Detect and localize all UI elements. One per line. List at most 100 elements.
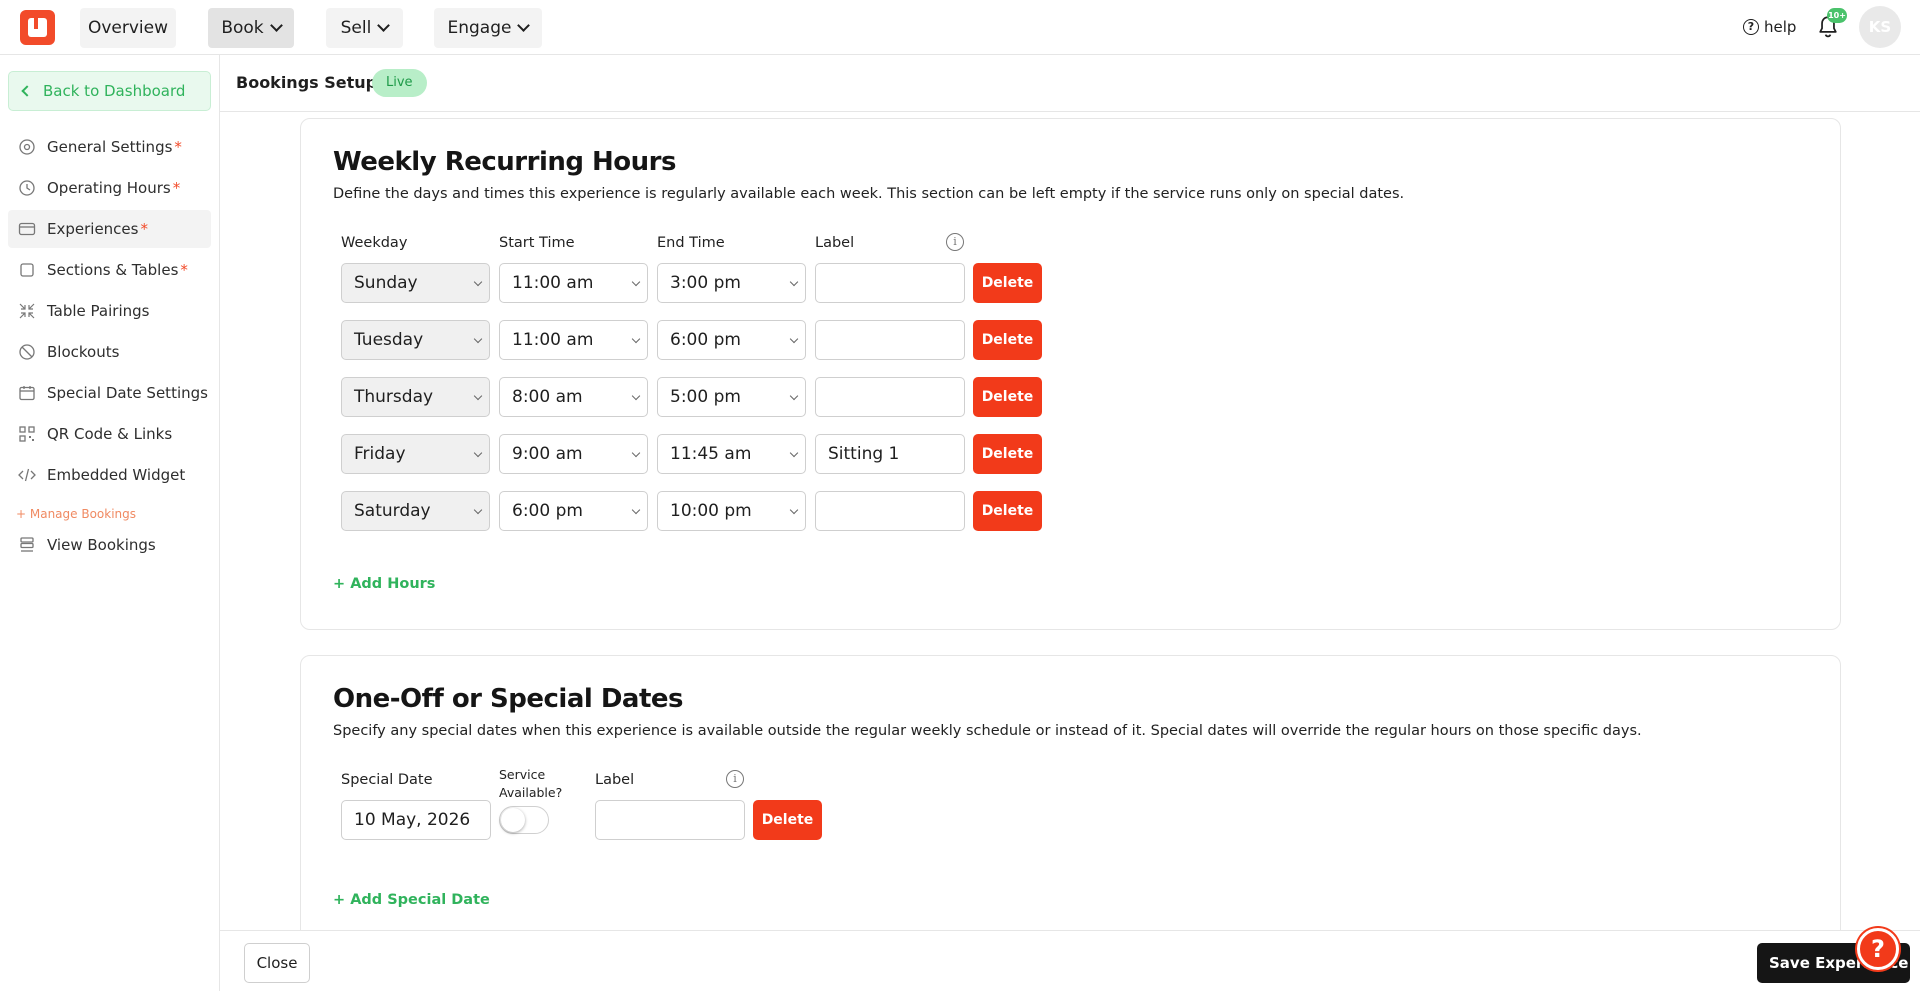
delete-button[interactable]: Delete [973, 320, 1042, 360]
sidebar-item-label: Blockouts [47, 343, 120, 361]
toggle-knob [501, 808, 525, 832]
delete-button[interactable]: Delete [973, 377, 1042, 417]
info-icon[interactable]: i [946, 233, 964, 251]
weekday-select[interactable]: Saturday [341, 491, 490, 531]
end-time-value: 10:00 pm [670, 501, 752, 521]
end-time-select[interactable]: 11:45 am [657, 434, 806, 474]
start-time-value: 6:00 pm [512, 501, 583, 521]
end-time-value: 6:00 pm [670, 330, 741, 350]
chevron-down-icon [377, 19, 391, 32]
weekly-description: Define the days and times this experienc… [333, 186, 1405, 202]
label-input[interactable] [815, 320, 965, 360]
main-content: Weekly Recurring Hours Define the days a… [220, 112, 1920, 930]
end-time-value: 3:00 pm [670, 273, 741, 293]
clock-icon [18, 179, 36, 197]
help-label: help [1764, 18, 1797, 36]
sidebar-item-blockouts[interactable]: Blockouts [8, 333, 211, 371]
start-time-select[interactable]: 11:00 am [499, 263, 648, 303]
weekday-select[interactable]: Thursday [341, 377, 490, 417]
label-input[interactable] [815, 377, 965, 417]
special-dates-card: One-Off or Special Dates Specify any spe… [300, 655, 1841, 930]
chevron-down-icon [473, 505, 483, 515]
gear-icon [18, 138, 36, 156]
sidebar-item-label: Experiences * [47, 220, 148, 238]
delete-button[interactable]: Delete [753, 800, 822, 840]
back-to-dashboard-button[interactable]: Back to Dashboard [8, 71, 211, 111]
start-time-select[interactable]: 8:00 am [499, 377, 648, 417]
column-label: Label [815, 235, 855, 251]
weekday-value: Thursday [354, 387, 434, 407]
add-special-date-button[interactable]: + Add Special Date [333, 892, 490, 908]
help-question-icon[interactable]: ? [1857, 928, 1899, 970]
start-time-value: 11:00 am [512, 273, 594, 293]
add-hours-button[interactable]: + Add Hours [333, 576, 435, 592]
sidebar-item-label: General Settings * [47, 138, 182, 156]
special-date-input[interactable]: 10 May, 2026 [341, 800, 491, 840]
sidebar-item-operating-hours[interactable]: Operating Hours * [8, 169, 211, 207]
nav-overview[interactable]: Overview [80, 8, 176, 48]
label-input[interactable] [815, 491, 965, 531]
weekday-value: Friday [354, 444, 406, 464]
end-time-select[interactable]: 3:00 pm [657, 263, 806, 303]
chevron-down-icon [631, 505, 641, 515]
sidebar-item-label: QR Code & Links [47, 425, 173, 443]
back-label: Back to Dashboard [43, 82, 186, 100]
special-title: One-Off or Special Dates [333, 684, 684, 714]
help-link[interactable]: ? help [1743, 16, 1796, 38]
service-available-toggle[interactable] [499, 806, 549, 834]
nav-book[interactable]: Book [208, 8, 294, 48]
delete-button[interactable]: Delete [973, 491, 1042, 531]
column-special-date: Special Date [341, 772, 433, 788]
label-input[interactable]: Sitting 1 [815, 434, 965, 474]
nav-sell[interactable]: Sell [326, 8, 403, 48]
delete-button[interactable]: Delete [973, 434, 1042, 474]
sidebar-item-label: Operating Hours * [47, 179, 181, 197]
sidebar-item-embedded-widget[interactable]: Embedded Widget [8, 456, 211, 494]
sidebar-item-label: View Bookings [47, 536, 156, 554]
code-icon [18, 466, 36, 484]
manage-bookings-heading: + Manage Bookings [16, 507, 137, 521]
question-circle-icon: ? [1743, 19, 1759, 35]
end-time-select[interactable]: 6:00 pm [657, 320, 806, 360]
start-time-select[interactable]: 9:00 am [499, 434, 648, 474]
end-time-select[interactable]: 10:00 pm [657, 491, 806, 531]
logo-mark-icon [28, 18, 47, 37]
column-service-available-line1: Service [499, 767, 546, 782]
weekly-title: Weekly Recurring Hours [333, 147, 676, 177]
sidebar-item-special-date-settings[interactable]: Special Date Settings [8, 374, 211, 412]
chevron-down-icon [789, 277, 799, 287]
weekday-select[interactable]: Friday [341, 434, 490, 474]
weekday-select[interactable]: Sunday [341, 263, 490, 303]
end-time-select[interactable]: 5:00 pm [657, 377, 806, 417]
chevron-down-icon [473, 448, 483, 458]
avatar[interactable]: KS [1859, 6, 1901, 48]
sidebar-item-sections-tables[interactable]: Sections & Tables * [8, 251, 211, 289]
chevron-down-icon [473, 391, 483, 401]
nav-engage[interactable]: Engage [434, 8, 542, 48]
weekday-select[interactable]: Tuesday [341, 320, 490, 360]
start-time-select[interactable]: 6:00 pm [499, 491, 648, 531]
chevron-down-icon [517, 19, 531, 32]
chevron-down-icon [631, 334, 641, 344]
app-logo[interactable] [20, 10, 55, 45]
ban-icon [18, 343, 36, 361]
chevron-down-icon [269, 19, 283, 32]
sidebar-item-experiences[interactable]: Experiences * [8, 210, 211, 248]
sidebar-item-view-bookings[interactable]: View Bookings [8, 526, 211, 564]
page-title: Bookings Setup [236, 73, 378, 92]
sidebar-item-label: Embedded Widget [47, 466, 186, 484]
info-icon[interactable]: i [726, 770, 744, 788]
close-button[interactable]: Close [244, 943, 310, 983]
sidebar-item-qr-code-links[interactable]: QR Code & Links [8, 415, 211, 453]
sidebar: Back to Dashboard General Settings * Oper… [0, 55, 220, 991]
sidebar-item-general-settings[interactable]: General Settings * [8, 128, 211, 166]
chevron-down-icon [631, 448, 641, 458]
label-input[interactable] [595, 800, 745, 840]
label-input[interactable] [815, 263, 965, 303]
start-time-select[interactable]: 11:00 am [499, 320, 648, 360]
sidebar-item-table-pairings[interactable]: Table Pairings [8, 292, 211, 330]
nav-book-label: Book [221, 18, 264, 38]
delete-button[interactable]: Delete [973, 263, 1042, 303]
page-header: Bookings Setup Live [220, 55, 1920, 112]
chevron-down-icon [631, 277, 641, 287]
